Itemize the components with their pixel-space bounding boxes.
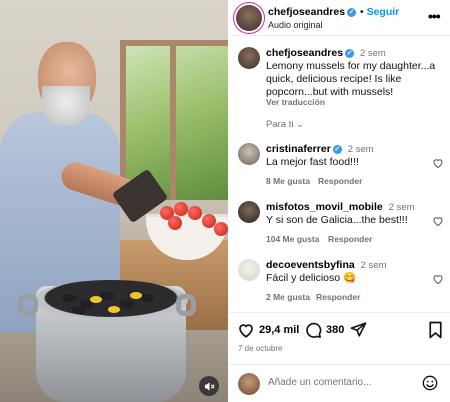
lemon-slice	[90, 296, 102, 303]
like-comment-heart-icon[interactable]	[432, 157, 444, 169]
separator-dot: •	[360, 6, 367, 18]
like-comment-heart-icon[interactable]	[432, 215, 444, 227]
save-bookmark-icon[interactable]	[428, 321, 443, 339]
sort-dropdown[interactable]: Para ti ⌄	[266, 119, 304, 130]
comment-header: cristinaferrer ✓ 2 sem	[266, 143, 374, 155]
translate-link[interactable]: Ver traducción	[266, 97, 325, 107]
add-comment-bar: Añade un comentario...	[228, 364, 450, 402]
comment-text: Y si son de Galicia...the best!!!	[266, 214, 408, 226]
author-avatar[interactable]	[236, 5, 262, 31]
reply-button[interactable]: Responder	[316, 292, 360, 302]
reply-button[interactable]: Responder	[328, 234, 372, 244]
tomato	[188, 206, 202, 220]
current-user-avatar	[238, 373, 260, 395]
pot-rim	[34, 280, 188, 320]
author-username-row: chefjoseandres ✓	[268, 6, 357, 18]
speaker-muted-icon	[204, 381, 215, 391]
like-heart-icon[interactable]	[237, 321, 255, 339]
emoji-picker-icon[interactable]	[422, 375, 438, 391]
comment-count[interactable]: 380	[326, 324, 344, 336]
chevron-down-icon: ⌄	[296, 119, 304, 129]
like-comment-heart-icon[interactable]	[432, 273, 444, 285]
reply-button[interactable]: Responder	[318, 176, 362, 186]
tomato	[174, 202, 188, 216]
caption-username[interactable]: chefjoseandres	[266, 47, 343, 59]
tomato	[168, 216, 182, 230]
action-bar: 29,4 mil 380	[228, 312, 450, 342]
comment-username[interactable]: cristinaferrer	[266, 143, 331, 155]
lemon-slice	[130, 292, 142, 299]
comment-bubble-icon[interactable]	[304, 321, 322, 339]
share-paper-plane-icon[interactable]	[350, 321, 367, 338]
mute-button[interactable]	[199, 376, 219, 396]
verified-badge-icon: ✓	[332, 145, 342, 154]
verified-badge-icon: ✓	[347, 8, 357, 17]
author-username[interactable]: chefjoseandres	[268, 6, 345, 18]
comment-likes[interactable]: 8 Me gusta	[266, 176, 310, 186]
commenter-avatar[interactable]	[238, 143, 260, 165]
follow-button[interactable]: • Seguir	[360, 6, 399, 18]
caption-avatar[interactable]	[238, 47, 260, 69]
comment-time: 2 sem	[388, 202, 415, 213]
comment-header: decoeventsbyfina 2 sem	[266, 259, 387, 271]
post-panel: chefjoseandres ✓ Audio original • Seguir …	[228, 0, 450, 402]
post-header: chefjoseandres ✓ Audio original • Seguir …	[228, 0, 450, 36]
chef-beard	[42, 86, 90, 126]
caption-text: Lemony mussels for my daughter...a quick…	[266, 60, 436, 98]
follow-label: Seguir	[366, 6, 400, 18]
comment-text: La mejor fast food!!!	[266, 156, 359, 168]
mussel	[140, 294, 154, 302]
commenter-avatar[interactable]	[238, 201, 260, 223]
audio-label[interactable]: Audio original	[268, 20, 323, 30]
like-count[interactable]: 29,4 mil	[259, 324, 299, 336]
post-date: 7 de octubre	[238, 344, 283, 353]
sort-label: Para ti	[266, 119, 294, 130]
pot-handle	[176, 294, 196, 316]
tomato	[214, 222, 228, 236]
comment-text: Fácil y delicioso 😋	[266, 272, 357, 284]
mussel	[120, 300, 134, 308]
more-options-icon[interactable]: •••	[428, 8, 441, 24]
pot-handle	[18, 294, 38, 316]
lemon-slice	[108, 306, 120, 313]
verified-badge-icon: ✓	[345, 49, 355, 58]
reel-video[interactable]	[0, 0, 228, 402]
mussel	[100, 292, 114, 300]
comment-header: misfotos_movil_mobile 2 sem	[266, 201, 415, 213]
comment-username[interactable]: decoeventsbyfina	[266, 259, 355, 271]
caption-time: 2 sem	[359, 48, 386, 59]
comment-likes[interactable]: 2 Me gusta	[266, 292, 310, 302]
caption-header: chefjoseandres ✓ 2 sem	[266, 47, 386, 59]
comment-time: 2 sem	[360, 260, 387, 271]
comment-username[interactable]: misfotos_movil_mobile	[266, 201, 383, 213]
mussel	[72, 306, 86, 314]
comment-time: 2 sem	[347, 144, 374, 155]
add-comment-input[interactable]: Añade un comentario...	[268, 377, 371, 388]
mussel	[62, 294, 76, 302]
commenter-avatar[interactable]	[238, 259, 260, 281]
comment-likes[interactable]: 104 Me gusta	[266, 234, 319, 244]
